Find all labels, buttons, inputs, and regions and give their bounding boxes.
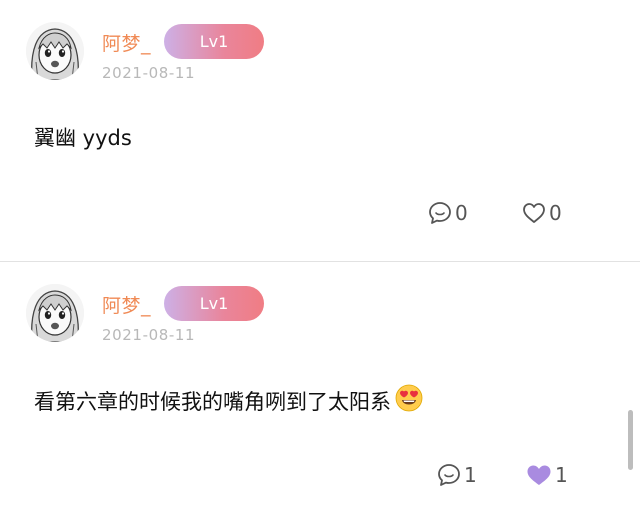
- scrollbar[interactable]: [628, 410, 633, 470]
- post-feed: 阿梦_ Lv1 2021-08-11 翼幽 yyds 0 0 阿梦_ Lv1 2…: [0, 0, 640, 524]
- post-content: 翼幽 yyds: [34, 122, 132, 152]
- comment-icon: [427, 200, 453, 226]
- level-badge: Lv1: [164, 286, 264, 321]
- comment-icon: [436, 462, 462, 488]
- like-button[interactable]: 0: [521, 200, 562, 226]
- post-item: 阿梦_ Lv1 2021-08-11 翼幽 yyds 0 0: [0, 0, 640, 261]
- heart-filled-icon: [525, 462, 553, 488]
- post-date: 2021-08-11: [102, 326, 196, 344]
- comment-button[interactable]: 1: [436, 462, 477, 488]
- comment-button[interactable]: 0: [427, 200, 468, 226]
- level-badge: Lv1: [164, 24, 264, 59]
- like-count: 0: [549, 201, 562, 225]
- post-item: 阿梦_ Lv1 2021-08-11 看第六章的时候我的嘴角咧到了太阳系 1 1: [0, 262, 640, 524]
- post-date: 2021-08-11: [102, 64, 196, 82]
- heart-outline-icon: [521, 200, 547, 226]
- avatar[interactable]: [26, 22, 84, 80]
- post-text: 翼幽 yyds: [34, 126, 132, 150]
- username[interactable]: 阿梦_: [102, 29, 151, 56]
- post-content: 看第六章的时候我的嘴角咧到了太阳系: [34, 384, 423, 417]
- like-button[interactable]: 1: [525, 462, 568, 488]
- post-text: 看第六章的时候我的嘴角咧到了太阳系: [34, 389, 391, 414]
- avatar[interactable]: [26, 284, 84, 342]
- username[interactable]: 阿梦_: [102, 291, 151, 318]
- comment-count: 1: [464, 463, 477, 487]
- like-count: 1: [555, 463, 568, 487]
- heart-eyes-emoji: [395, 384, 423, 417]
- comment-count: 0: [455, 201, 468, 225]
